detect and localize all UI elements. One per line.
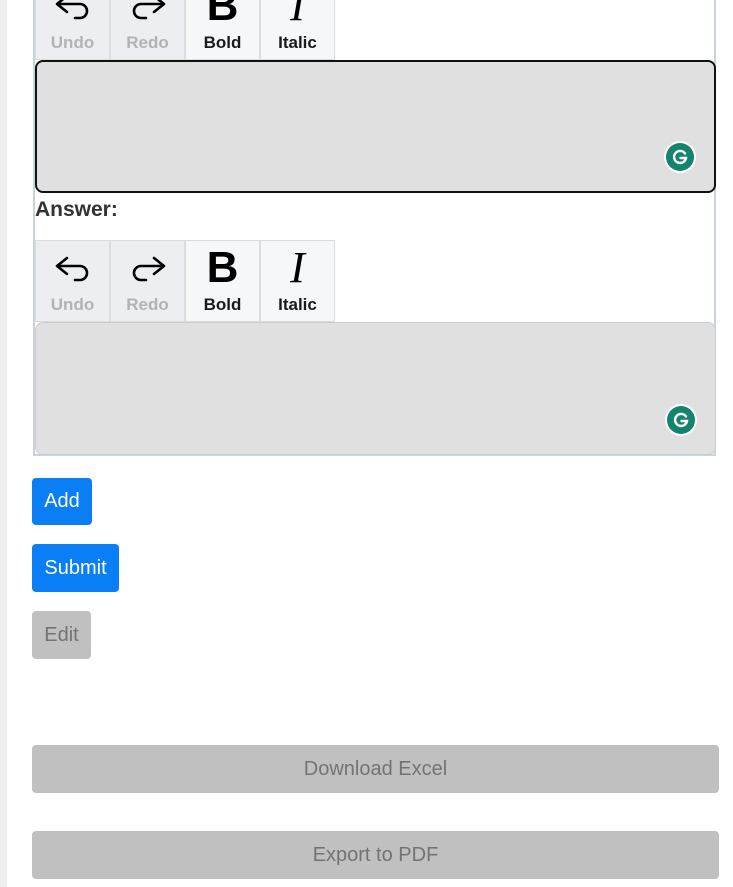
question-editor[interactable] xyxy=(35,60,716,193)
bold-label: Bold xyxy=(203,33,242,52)
redo-icon xyxy=(132,0,165,20)
answer-toolbar: Undo Redo B Bold I Italic xyxy=(35,240,335,322)
grammarly-icon xyxy=(672,149,688,165)
undo-label: Undo xyxy=(50,33,95,52)
answer-italic-button[interactable]: I Italic xyxy=(260,240,335,322)
left-border-strip xyxy=(0,0,7,887)
bold-icon: B xyxy=(206,243,239,292)
answer-label: Answer: xyxy=(35,198,118,221)
undo-label: Undo xyxy=(50,295,95,314)
answer-redo-button[interactable]: Redo xyxy=(110,240,185,322)
redo-button[interactable]: Redo xyxy=(110,0,185,60)
export-pdf-button[interactable]: Export to PDF xyxy=(32,831,719,879)
edit-button[interactable]: Edit xyxy=(32,611,91,659)
italic-icon: I xyxy=(290,243,305,292)
grammarly-button[interactable] xyxy=(664,141,696,173)
question-toolbar: Undo Redo B Bold I Italic xyxy=(35,0,335,60)
undo-icon xyxy=(55,256,88,282)
add-button[interactable]: Add xyxy=(32,478,92,525)
redo-label: Redo xyxy=(126,295,169,314)
answer-editor[interactable] xyxy=(35,322,716,455)
redo-icon xyxy=(132,256,165,282)
undo-button[interactable]: Undo xyxy=(35,0,110,60)
bold-label: Bold xyxy=(203,295,242,314)
undo-icon xyxy=(55,0,88,20)
italic-label: Italic xyxy=(278,295,317,314)
submit-button[interactable]: Submit xyxy=(32,544,119,592)
bold-icon: B xyxy=(206,0,239,30)
italic-icon: I xyxy=(290,0,305,30)
download-excel-button[interactable]: Download Excel xyxy=(32,745,719,793)
grammarly-button[interactable] xyxy=(665,404,697,436)
italic-button[interactable]: I Italic xyxy=(260,0,335,60)
answer-bold-button[interactable]: B Bold xyxy=(185,240,260,322)
redo-label: Redo xyxy=(126,33,169,52)
bold-button[interactable]: B Bold xyxy=(185,0,260,60)
answer-undo-button[interactable]: Undo xyxy=(35,240,110,322)
grammarly-icon xyxy=(673,412,689,428)
italic-label: Italic xyxy=(278,33,317,52)
